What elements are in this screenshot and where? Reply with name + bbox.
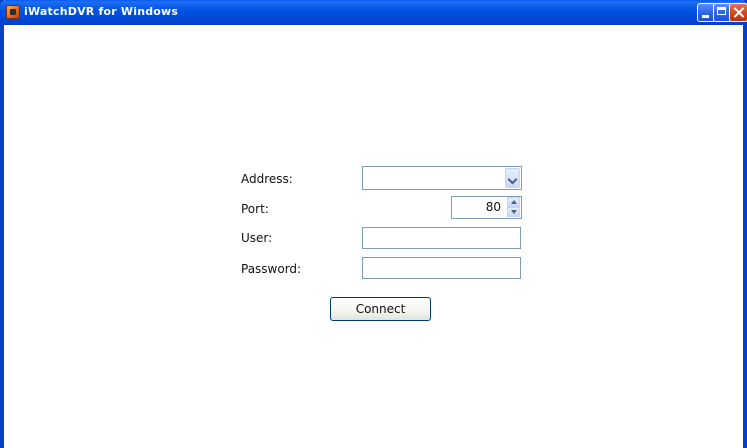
port-value: 80 [485, 200, 501, 214]
address-label: Address: [241, 172, 293, 186]
password-input[interactable] [362, 257, 521, 279]
password-label: Password: [241, 262, 302, 276]
close-icon[interactable] [729, 3, 747, 22]
port-label: Port: [241, 202, 269, 216]
address-combobox[interactable] [362, 166, 522, 190]
arrow-down-icon[interactable] [507, 207, 520, 217]
user-input[interactable] [362, 227, 521, 249]
user-label: User: [241, 231, 273, 245]
port-spinner[interactable]: 80 [451, 196, 522, 219]
chevron-down-icon[interactable] [505, 168, 520, 188]
arrow-up-icon[interactable] [507, 197, 520, 207]
app-window [0, 0, 747, 448]
title-bar[interactable]: iWatchDVR for Windows [0, 0, 747, 25]
window-title: iWatchDVR for Windows [24, 5, 179, 18]
connect-button[interactable]: Connect [330, 297, 431, 321]
app-icon[interactable] [6, 5, 20, 19]
